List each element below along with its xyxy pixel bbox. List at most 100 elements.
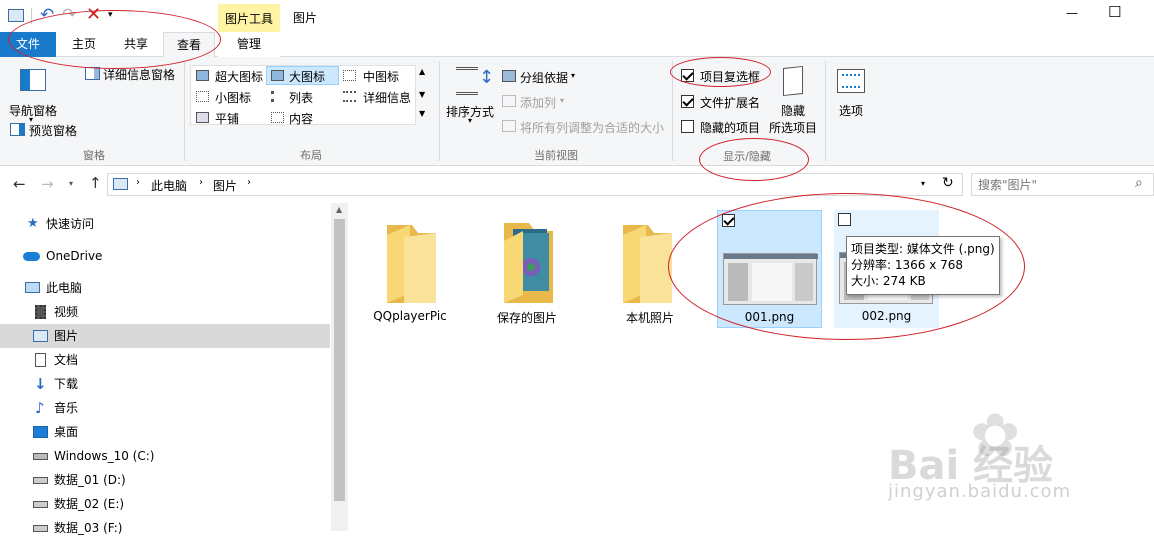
tab-home[interactable]: 主页: [58, 32, 110, 57]
folder-item[interactable]: QQplayerPic: [358, 211, 462, 327]
hide-selected-button-line1[interactable]: 隐藏: [781, 102, 805, 119]
nav-item-label: OneDrive: [46, 249, 103, 263]
hide-selected-button-line2[interactable]: 所选项目: [769, 119, 817, 136]
delete-icon[interactable]: ✕: [86, 4, 101, 25]
qat-dropdown-icon[interactable]: ▾: [108, 10, 113, 20]
layout-scroll-up-icon[interactable]: ▲: [419, 67, 425, 76]
navigation-pane: ★ 快速访问 OneDrive 此电脑 视频 图片 文档 ↓ 下载 ♪ 音乐 桌…: [0, 203, 348, 535]
address-box[interactable]: › 此电脑 › 图片 › ▾ ↻: [107, 173, 963, 196]
nav-item-label: 快速访问: [46, 217, 95, 231]
recent-locations-icon[interactable]: ▾: [69, 179, 73, 188]
forward-icon[interactable]: →: [41, 175, 54, 193]
windows-drive-icon: [33, 453, 48, 460]
layout-details[interactable]: 详细信息: [363, 89, 411, 106]
layout-medium-icons[interactable]: 中图标: [363, 68, 399, 85]
nav-item-downloads[interactable]: ↓ 下载: [0, 372, 330, 396]
layout-tiles[interactable]: 平铺: [215, 110, 239, 127]
item-select-checkbox[interactable]: [838, 213, 851, 226]
tab-manage[interactable]: 管理: [218, 32, 280, 57]
ribbon: 导航窗格 ▾ 预览窗格 详细信息窗格 窗格 超大图标 大图标 中图标 小图标 列…: [0, 57, 1154, 166]
group-by-button[interactable]: 分组依据: [520, 69, 568, 86]
item-name: QQplayerPic: [373, 309, 447, 323]
nav-scrollbar-thumb[interactable]: [334, 219, 345, 501]
search-input[interactable]: [978, 176, 1128, 193]
item-checkboxes-checkbox[interactable]: [681, 69, 694, 82]
breadcrumb-pictures[interactable]: 图片: [213, 177, 237, 194]
breadcrumb-separator: ›: [136, 177, 140, 188]
app-icon[interactable]: [8, 9, 24, 22]
tab-view[interactable]: 查看: [163, 32, 215, 58]
tab-share[interactable]: 共享: [110, 32, 162, 57]
options-button[interactable]: 选项: [839, 102, 863, 119]
layout-small-icons[interactable]: 小图标: [215, 89, 251, 106]
paw-icon: ✿: [970, 401, 1021, 471]
hidden-items-checkbox[interactable]: [681, 120, 694, 133]
ribbon-separator: [825, 61, 826, 161]
search-icon[interactable]: ⌕: [1135, 175, 1143, 191]
nav-item-desktop[interactable]: 桌面: [0, 420, 330, 444]
add-columns-dropdown-icon[interactable]: ▾: [560, 96, 564, 105]
size-all-columns-button[interactable]: 将所有列调整为合适的大小: [520, 119, 664, 136]
tiles-icon: [196, 112, 209, 123]
up-icon[interactable]: ↑: [89, 174, 102, 192]
redo-icon[interactable]: ↷: [62, 5, 76, 25]
details-pane-button[interactable]: 详细信息窗格: [103, 66, 175, 83]
folder-item[interactable]: 本机照片: [598, 211, 702, 327]
item-name: 保存的图片: [496, 311, 557, 325]
layout-list[interactable]: 列表: [289, 89, 313, 106]
scroll-up-icon[interactable]: ▲: [336, 205, 342, 214]
nav-item-label: 数据_02 (E:): [54, 497, 125, 511]
tab-file[interactable]: 文件: [0, 32, 56, 57]
folder-item[interactable]: 保存的图片: [475, 211, 579, 327]
add-columns-button[interactable]: 添加列: [520, 94, 556, 111]
nav-item-music[interactable]: ♪ 音乐: [0, 396, 330, 420]
file-item-selected[interactable]: 001.png: [717, 210, 822, 328]
download-icon: ↓: [34, 375, 47, 393]
breadcrumb-separator: ›: [199, 177, 203, 188]
sort-dropdown-icon[interactable]: ▾: [468, 116, 472, 125]
breadcrumb-this-pc[interactable]: 此电脑: [151, 177, 187, 194]
item-select-checkbox[interactable]: [722, 214, 735, 227]
baidu-watermark-url: jingyan.baidu.com: [888, 481, 1072, 502]
item-name: 002.png: [861, 309, 912, 323]
hide-selected-icon: [783, 65, 803, 97]
file-extensions-checkbox[interactable]: [681, 95, 694, 108]
refresh-icon[interactable]: ↻: [942, 175, 954, 191]
layout-large-icons[interactable]: 大图标: [289, 68, 325, 85]
preview-pane-button[interactable]: 预览窗格: [29, 122, 77, 139]
nav-item-drive-d[interactable]: 数据_01 (D:): [0, 468, 330, 492]
group-by-icon: [502, 70, 516, 82]
nav-item-onedrive[interactable]: OneDrive: [0, 244, 330, 268]
folder-with-photos-icon: [504, 223, 553, 303]
nav-item-pictures[interactable]: 图片: [0, 324, 330, 348]
nav-item-label: 此电脑: [46, 281, 83, 295]
address-toolbar: ← → ▾ ↑ › 此电脑 › 图片 › ▾ ↻ ⌕: [0, 166, 1154, 203]
sort-by-icon: [456, 67, 478, 95]
layout-content[interactable]: 内容: [289, 110, 313, 127]
nav-scrollbar[interactable]: ▲: [331, 203, 348, 531]
layout-scroll-down-icon[interactable]: ▼: [419, 90, 425, 99]
maximize-button[interactable]: ☐: [1108, 3, 1121, 21]
nav-item-label: 桌面: [54, 425, 79, 439]
nav-item-drive-c[interactable]: Windows_10 (C:): [0, 444, 330, 468]
address-dropdown-icon[interactable]: ▾: [921, 179, 925, 188]
tooltip-type: 项目类型: 媒体文件 (.png): [851, 242, 995, 256]
layout-extra-large-icons[interactable]: 超大图标: [215, 68, 263, 85]
search-box[interactable]: ⌕: [971, 173, 1154, 196]
nav-item-videos[interactable]: 视频: [0, 300, 330, 324]
breadcrumb-separator: ›: [247, 177, 251, 188]
nav-item-documents[interactable]: 文档: [0, 348, 330, 372]
layout-expand-icon[interactable]: ▼: [419, 109, 425, 118]
nav-item-drive-f[interactable]: 数据_03 (F:): [0, 516, 330, 540]
back-icon[interactable]: ←: [13, 175, 26, 193]
ribbon-separator: [439, 61, 440, 161]
undo-icon[interactable]: ↶: [40, 5, 54, 25]
minimize-button[interactable]: —: [1066, 6, 1078, 20]
group-by-dropdown-icon[interactable]: ▾: [571, 71, 575, 80]
nav-pane-icon: [20, 69, 46, 91]
nav-item-drive-e[interactable]: 数据_02 (E:): [0, 492, 330, 516]
nav-item-this-pc[interactable]: 此电脑: [0, 276, 330, 300]
item-checkboxes-label: 项目复选框: [700, 70, 761, 84]
ribbon-separator: [184, 61, 185, 161]
nav-item-quick-access[interactable]: ★ 快速访问: [0, 212, 330, 236]
